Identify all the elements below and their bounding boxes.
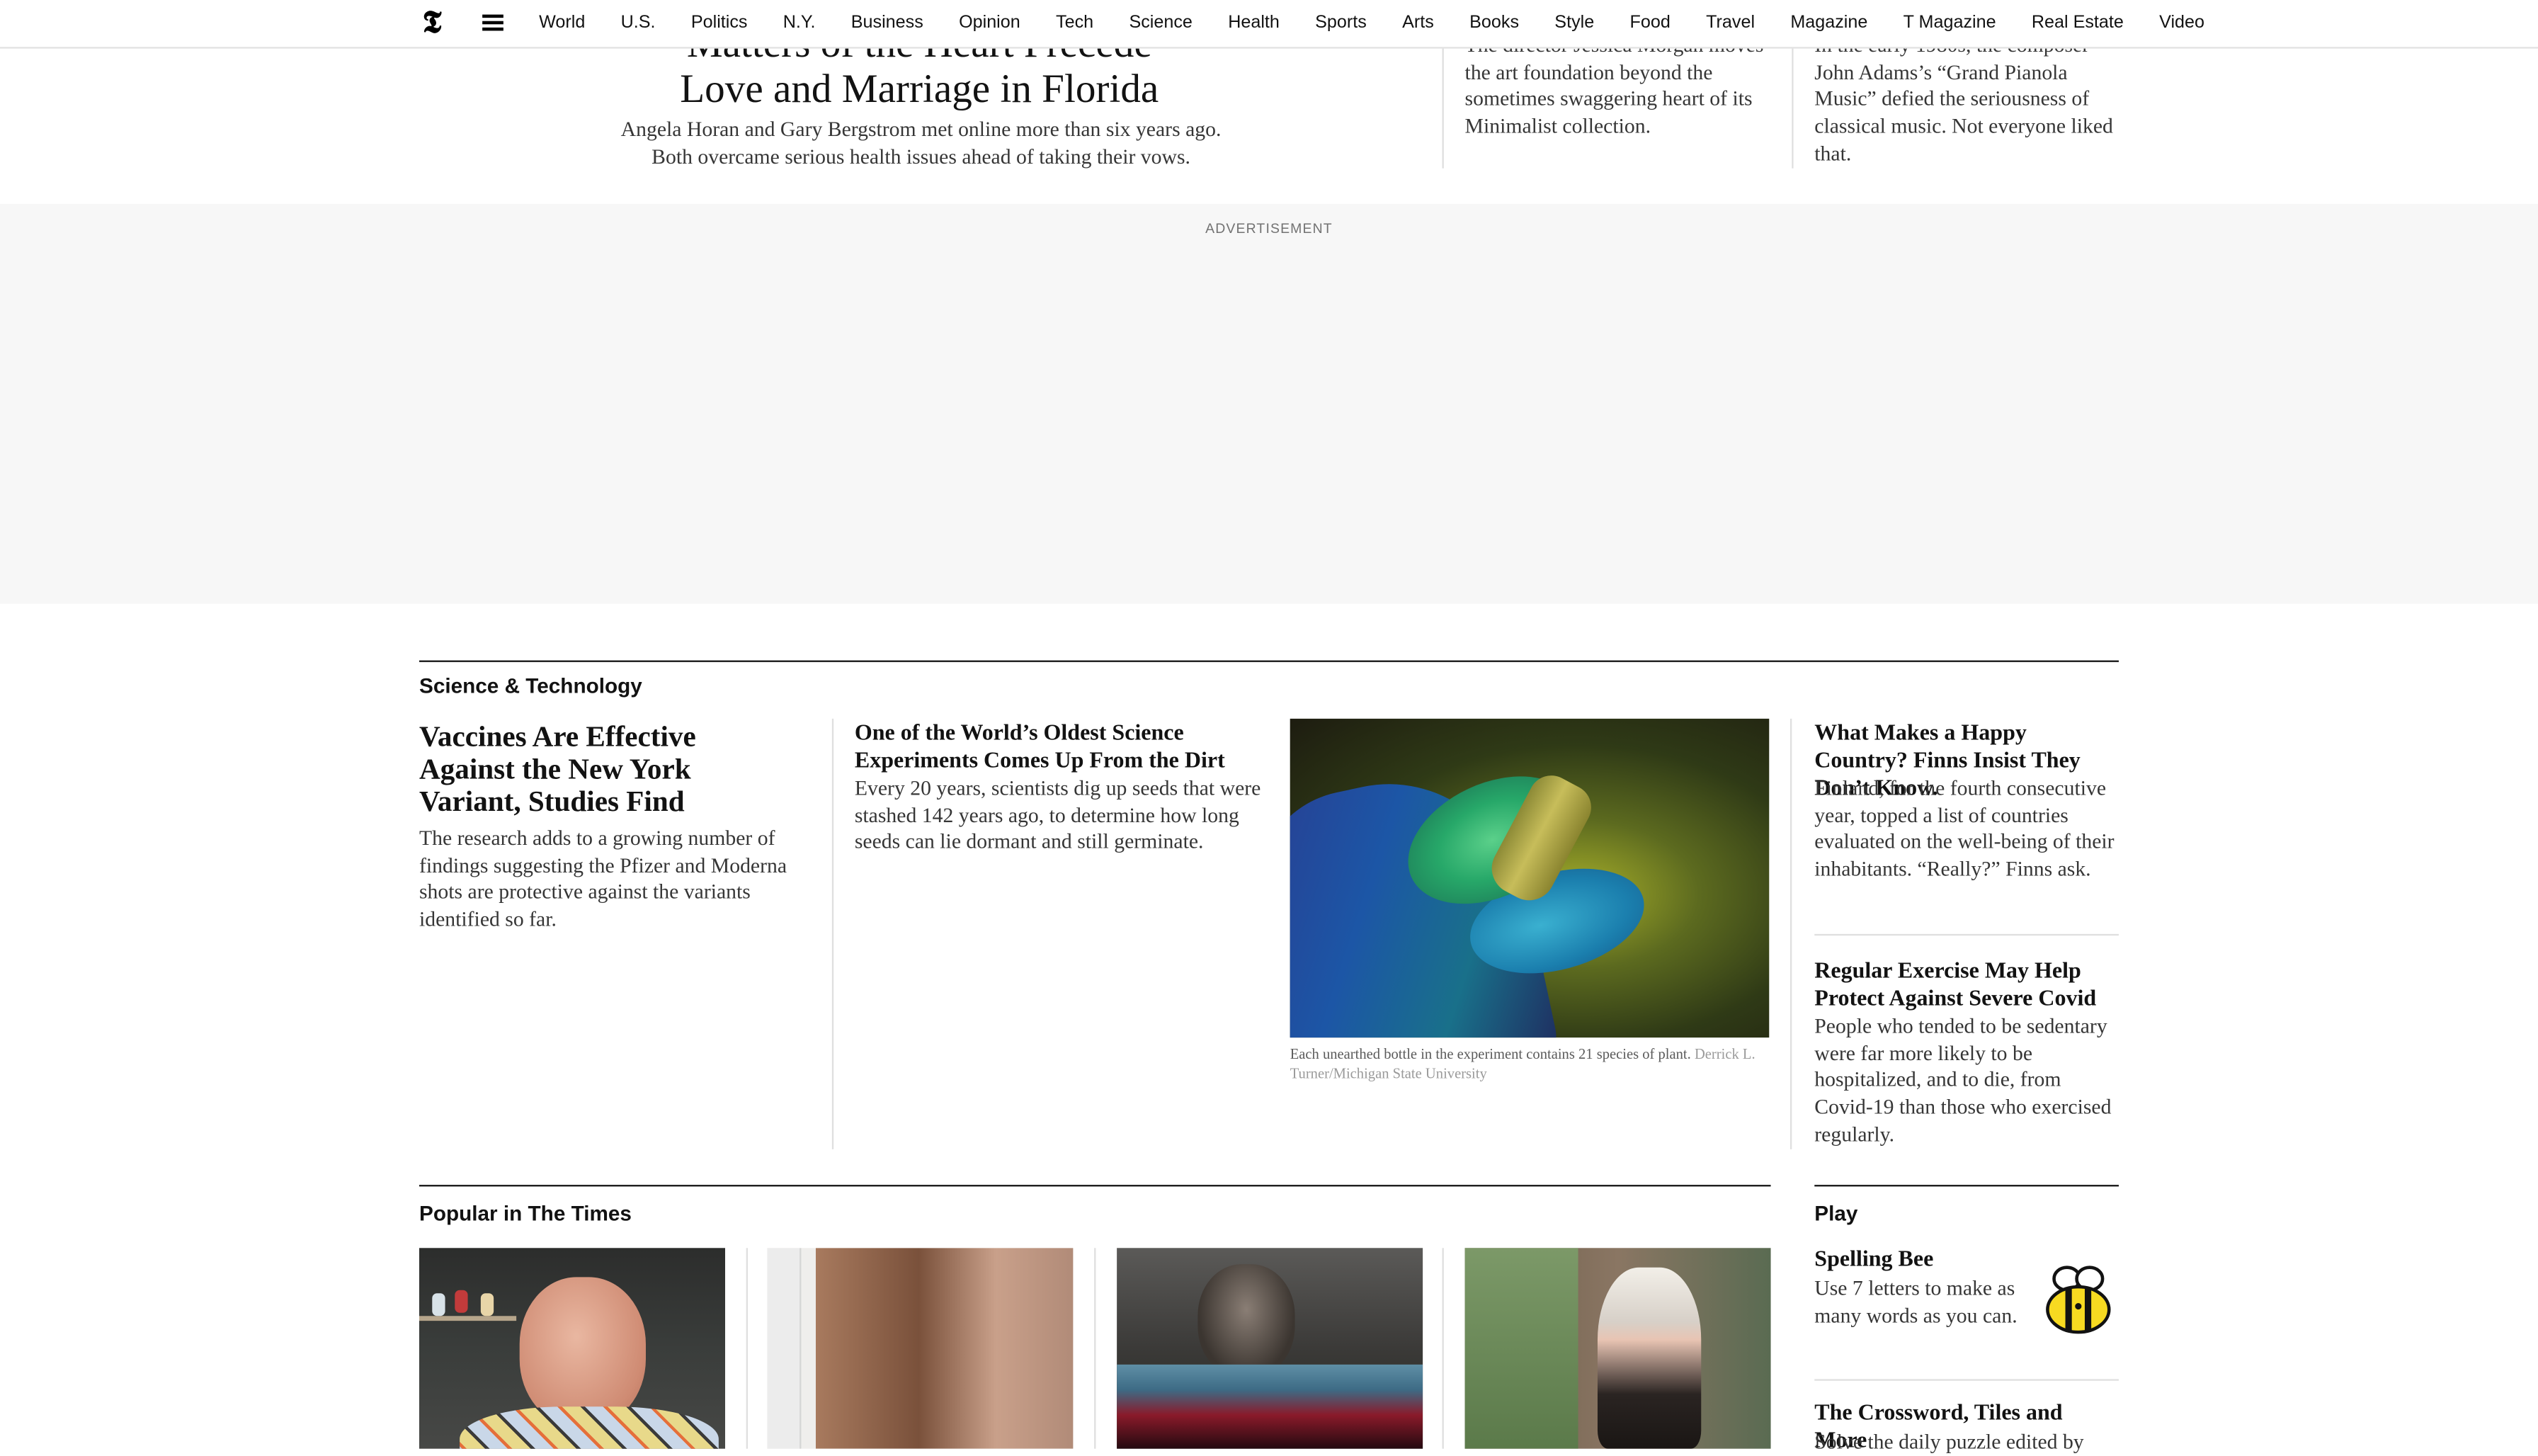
lead-headline[interactable]: Vaccines Are Effective Against the New Y…: [419, 720, 743, 817]
photo-flute-player: [1597, 1267, 1702, 1449]
photo-caption: Each unearthed bottle in the experiment …: [1290, 1045, 1755, 1081]
nav-item-arts[interactable]: Arts: [1402, 0, 1434, 47]
nav-item-video[interactable]: Video: [2159, 0, 2204, 47]
photo-magazine-page: [767, 1248, 802, 1449]
advertisement-label: ADVERTISEMENT: [1205, 220, 1333, 237]
photo-figurine: [480, 1293, 494, 1316]
popular-image-1[interactable]: [419, 1248, 725, 1449]
section-rule: [1814, 1185, 2119, 1187]
nav-item-us[interactable]: U.S.: [621, 0, 656, 47]
hamburger-menu-icon[interactable]: [482, 14, 503, 31]
photo-figurine: [455, 1290, 468, 1313]
story-divider: [1814, 1379, 2119, 1381]
spelling-bee-title[interactable]: Spelling Bee: [1814, 1246, 2041, 1274]
column-divider: [1442, 47, 1444, 169]
spelling-bee-icon[interactable]: [2043, 1264, 2115, 1336]
nav-item-tech[interactable]: Tech: [1056, 0, 1093, 47]
photo-window: [1464, 1248, 1578, 1449]
second-headline[interactable]: One of the World’s Oldest Science Experi…: [855, 720, 1251, 775]
spelling-bee-summary[interactable]: Use 7 letters to make as many words as y…: [1814, 1275, 2025, 1329]
popular-image-2[interactable]: [767, 1248, 1074, 1449]
top-col2-summary[interactable]: In the early 1980s, the composer John Ad…: [1814, 33, 2115, 168]
right2-summary[interactable]: People who tended to be sedentary were f…: [1814, 1013, 2119, 1149]
advertisement-slot: ADVERTISEMENT: [0, 203, 2538, 604]
story-divider: [1814, 933, 2119, 936]
nyt-logo-icon[interactable]: 𝕿: [423, 6, 442, 39]
section-rule: [419, 660, 2119, 662]
photo-pool-player: [1197, 1264, 1295, 1378]
column-divider: [1442, 1248, 1444, 1449]
section-rule: [419, 1185, 1771, 1187]
section-nav: World U.S. Politics N.Y. Business Opinio…: [521, 0, 2222, 47]
nav-item-world[interactable]: World: [539, 0, 585, 47]
photo-pool-table: [1117, 1364, 1423, 1449]
nav-item-style[interactable]: Style: [1554, 0, 1594, 47]
section-label-popular[interactable]: Popular in The Times: [419, 1201, 632, 1225]
nav-item-opinion[interactable]: Opinion: [959, 0, 1020, 47]
popular-image-3[interactable]: [1117, 1248, 1423, 1449]
nav-item-health[interactable]: Health: [1228, 0, 1280, 47]
popular-image-4[interactable]: [1464, 1248, 1771, 1449]
column-divider: [746, 1248, 748, 1449]
nav-item-real-estate[interactable]: Real Estate: [2032, 0, 2124, 47]
photo-shirt: [460, 1406, 719, 1449]
nav-item-travel[interactable]: Travel: [1706, 0, 1755, 47]
second-summary[interactable]: Every 20 years, scientists dig up seeds …: [855, 775, 1273, 857]
column-divider: [831, 718, 834, 1149]
top-col1-summary[interactable]: The director Jessica Morgan moves the ar…: [1465, 33, 1766, 141]
nav-item-books[interactable]: Books: [1469, 0, 1519, 47]
nav-item-t-magazine[interactable]: T Magazine: [1904, 0, 1996, 47]
photo-model: [815, 1248, 1074, 1449]
nav-item-politics[interactable]: Politics: [691, 0, 748, 47]
section-label-science[interactable]: Science & Technology: [419, 673, 642, 698]
seed-bottle-photo[interactable]: [1290, 718, 1770, 1038]
nav-item-business[interactable]: Business: [851, 0, 923, 47]
column-divider: [1094, 1248, 1096, 1449]
right1-summary[interactable]: Finland, for the fourth consecutive year…: [1814, 775, 2119, 884]
lead-summary[interactable]: The research adds to a growing number of…: [419, 826, 808, 934]
nav-item-sports[interactable]: Sports: [1315, 0, 1367, 47]
photo-shelf: [419, 1316, 517, 1321]
photo-person: [519, 1277, 646, 1426]
nav-item-science[interactable]: Science: [1129, 0, 1192, 47]
right2-headline[interactable]: Regular Exercise May Help Protect Agains…: [1814, 958, 2119, 1013]
section-label-play[interactable]: Play: [1814, 1201, 1857, 1225]
nav-item-ny[interactable]: N.Y.: [783, 0, 816, 47]
column-divider: [1789, 718, 1792, 1149]
nav-item-food[interactable]: Food: [1630, 0, 1671, 47]
crossword-summary[interactable]: Solve the daily puzzle edited by: [1814, 1429, 2119, 1456]
top-article-summary[interactable]: Angela Horan and Gary Bergstrom met onli…: [612, 115, 1230, 170]
column-divider: [1792, 47, 1794, 169]
nav-item-magazine[interactable]: Magazine: [1790, 0, 1867, 47]
photo-figurine: [432, 1293, 445, 1316]
top-nav: 𝕿 World U.S. Politics N.Y. Business Opin…: [0, 0, 2538, 49]
